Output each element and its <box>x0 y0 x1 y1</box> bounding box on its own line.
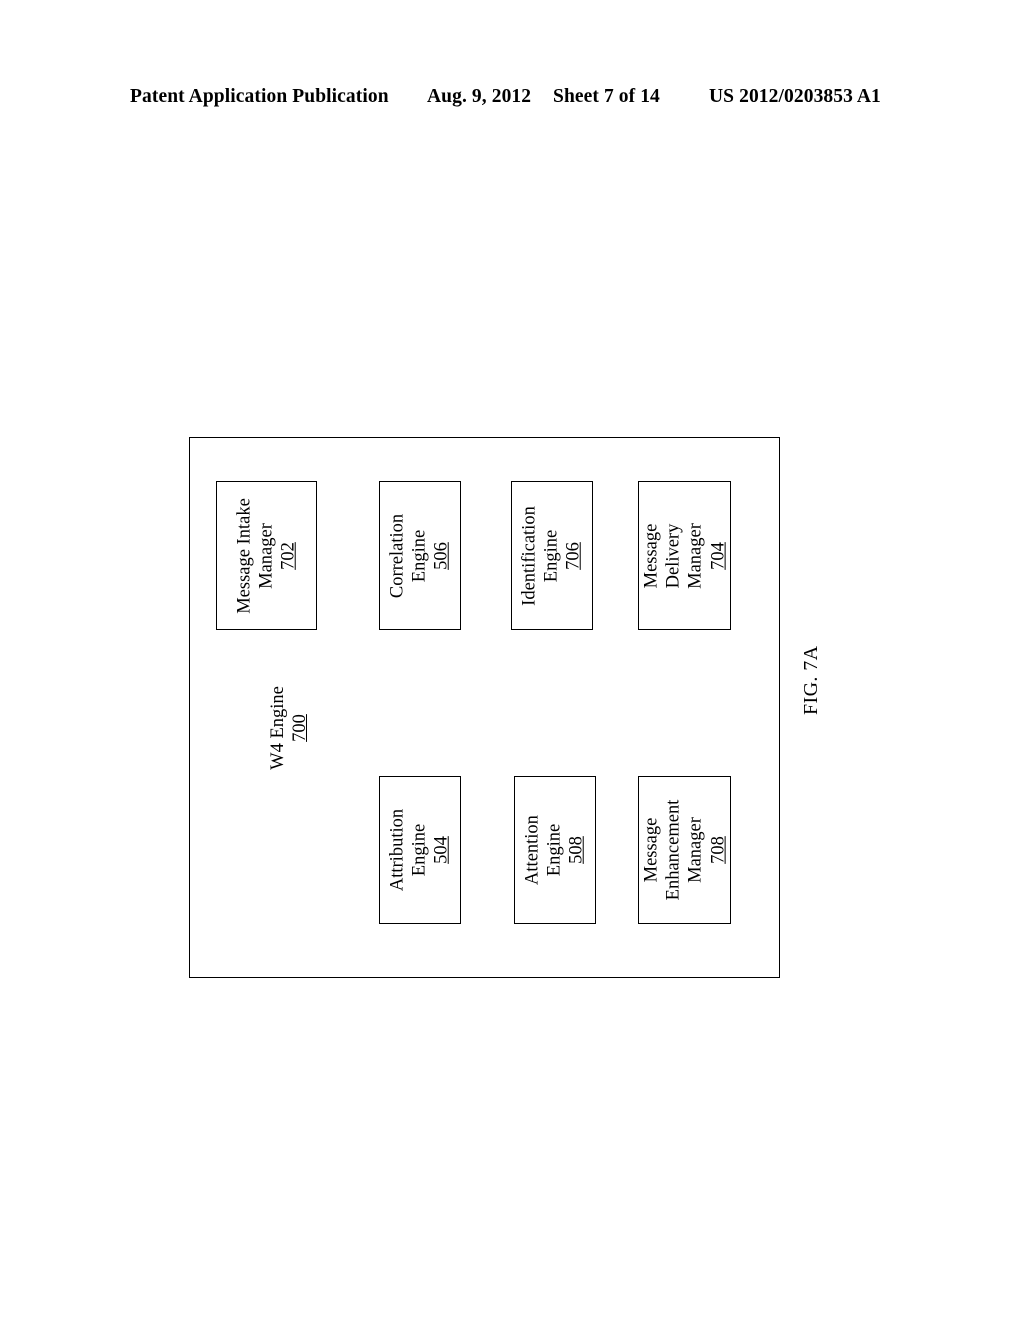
correlation-engine-ref-number: 506 <box>432 541 453 570</box>
header-document-number-label: US 2012/0203853 A1 <box>709 86 881 107</box>
component-box-message-intake-manager: Message Intake Manager 702 <box>216 481 317 630</box>
component-box-identification-engine: Identification Engine 706 <box>511 481 593 630</box>
identification-engine-line2: Engine <box>541 529 562 582</box>
message-intake-manager-line2: Manager <box>256 522 277 589</box>
page-header: Patent Application Publication Aug. 9, 2… <box>0 86 1024 116</box>
correlation-engine-text: Correlation Engine 506 <box>387 513 454 597</box>
correlation-engine-line1: Correlation <box>387 513 408 598</box>
message-enhancement-manager-ref-number: 708 <box>707 836 728 864</box>
attention-engine-ref-number: 508 <box>567 836 588 864</box>
attribution-engine-line1: Attribution <box>387 808 408 892</box>
message-delivery-manager-text: Message Delivery Manager 704 <box>640 523 729 589</box>
message-intake-manager-text: Message Intake Manager 702 <box>233 498 300 614</box>
message-enhancement-manager-line1: Message <box>641 817 662 883</box>
w4-engine-title: W4 Engine <box>268 686 289 770</box>
w4-engine-ref-number: 700 <box>290 714 310 742</box>
message-intake-manager-line1: Message Intake <box>234 497 255 614</box>
message-delivery-manager-line2: Delivery <box>663 523 684 588</box>
component-box-message-delivery-manager: Message Delivery Manager 704 <box>638 481 731 630</box>
component-box-correlation-engine: Correlation Engine 506 <box>379 481 461 630</box>
header-sheet-label: Sheet 7 of 14 <box>553 86 660 107</box>
component-box-message-enhancement-manager: Message Enhancement Manager 708 <box>638 776 731 924</box>
component-box-attention-engine: Attention Engine 508 <box>514 776 596 924</box>
message-delivery-manager-line1: Message <box>641 523 662 588</box>
attribution-engine-line2: Engine <box>409 823 430 877</box>
message-delivery-manager-ref-number: 704 <box>707 541 728 570</box>
attribution-engine-text: Attribution Engine 504 <box>387 809 454 891</box>
identification-engine-text: Identification Engine 706 <box>519 506 586 606</box>
message-enhancement-manager-line3: Manager <box>685 817 706 883</box>
header-publication-label: Patent Application Publication <box>130 86 389 107</box>
message-intake-manager-ref-number: 702 <box>278 541 299 570</box>
correlation-engine-line2: Engine <box>409 529 430 582</box>
w4-engine-container: W4 Engine 700 Message Intake Manager 702… <box>189 437 780 978</box>
attention-engine-line1: Attention <box>522 815 543 885</box>
header-date-label: Aug. 9, 2012 <box>427 86 532 107</box>
w4-engine-label: W4 Engine 700 <box>260 638 320 818</box>
identification-engine-line1: Identification <box>519 505 540 606</box>
message-delivery-manager-line3: Manager <box>685 522 706 589</box>
attribution-engine-ref-number: 504 <box>432 836 453 864</box>
figure-caption: FIG. 7A <box>800 645 822 715</box>
identification-engine-ref-number: 706 <box>564 541 585 570</box>
message-enhancement-manager-line2: Enhancement <box>663 799 684 901</box>
attention-engine-text: Attention Engine 508 <box>522 815 589 885</box>
attention-engine-line2: Engine <box>544 823 565 877</box>
message-enhancement-manager-text: Message Enhancement Manager 708 <box>640 800 729 901</box>
component-box-attribution-engine: Attribution Engine 504 <box>379 776 461 924</box>
